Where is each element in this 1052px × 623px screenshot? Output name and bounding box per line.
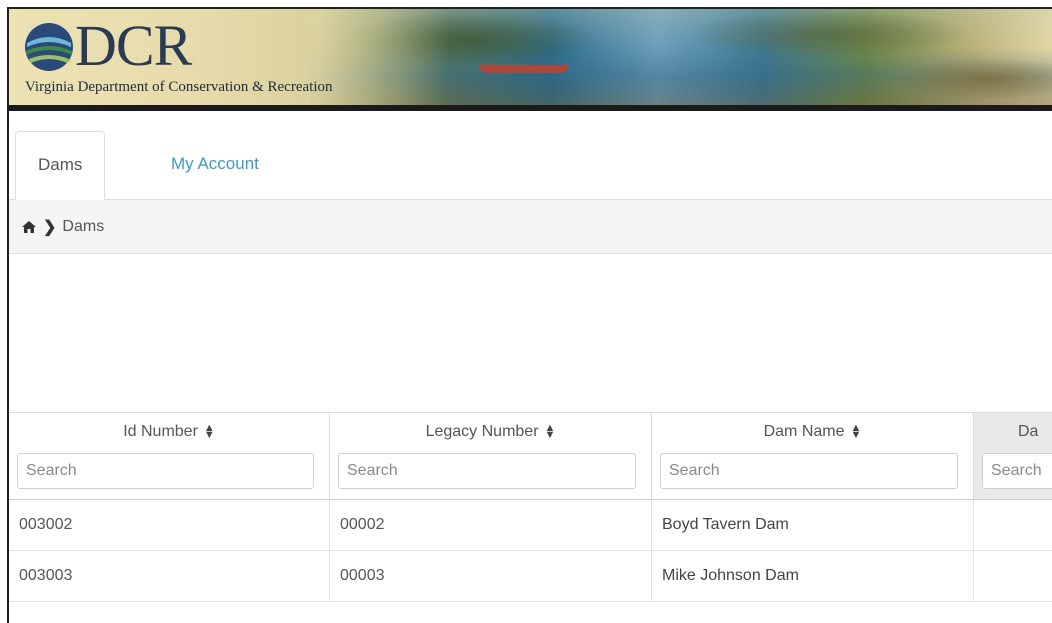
sort-icon[interactable]: ▲ ▼ [851,422,862,440]
table-row[interactable]: 003002 00002 Boyd Tavern Dam [9,500,1052,551]
cell-legacy-number: 00003 [330,551,652,601]
main-tabs: Dams My Account [9,131,1052,200]
column-header-label: Legacy Number [425,423,539,440]
cell-id-number: 003002 [9,500,330,550]
column-header-label: Da [1018,423,1039,440]
id-number-search-input[interactable] [17,453,314,489]
column-legacy-number[interactable]: Legacy Number ▲ ▼ [330,413,652,499]
banner-boat-image [479,65,569,73]
home-icon[interactable] [21,219,37,235]
table-row[interactable]: 003003 00003 Mike Johnson Dam [9,551,1052,602]
dcr-logo[interactable]: DCR Virginia Department of Conservation … [9,9,449,105]
partial-column-search-input[interactable] [982,453,1052,489]
sort-icon[interactable]: ▲ ▼ [545,422,556,440]
cell-dam-name: Mike Johnson Dam [652,551,974,601]
cell-partial [974,551,1052,601]
cell-id-number: 003003 [9,551,330,601]
column-id-number[interactable]: Id Number ▲ ▼ [9,413,330,499]
column-dam-name[interactable]: Dam Name ▲ ▼ [652,413,974,499]
column-header-label: Id Number [123,423,198,440]
cell-partial [974,500,1052,550]
cell-legacy-number: 00002 [330,500,652,550]
breadcrumb: ❯ Dams [9,200,1052,254]
dams-table: Id Number ▲▼ Legacy Number ▲▼ Dam Name ▲▼ D… [9,412,1052,602]
dcr-logo-mark-icon [25,23,73,71]
logo-wordmark: DCR [75,13,192,78]
chevron-right-icon: ❯ [43,218,57,236]
legacy-number-search-input[interactable] [338,453,636,489]
dam-name-search-input[interactable] [660,453,958,489]
page-frame: DCR Virginia Department of Conservation … [7,7,1052,623]
breadcrumb-current: Dams [62,217,105,235]
site-banner: DCR Virginia Department of Conservation … [9,9,1052,111]
org-name: Virginia Department of Conservation & Re… [25,79,333,95]
tab-dams[interactable]: Dams [15,131,106,200]
sort-icon[interactable]: ▲ ▼ [204,422,215,440]
column-partial[interactable]: Da [974,413,1052,499]
cell-dam-name: Boyd Tavern Dam [652,500,974,550]
tab-my-account[interactable]: My Account [149,131,281,197]
table-header: Id Number ▲▼ Legacy Number ▲▼ Dam Name ▲▼ D… [9,412,1052,500]
column-header-label: Dam Name [763,423,845,440]
